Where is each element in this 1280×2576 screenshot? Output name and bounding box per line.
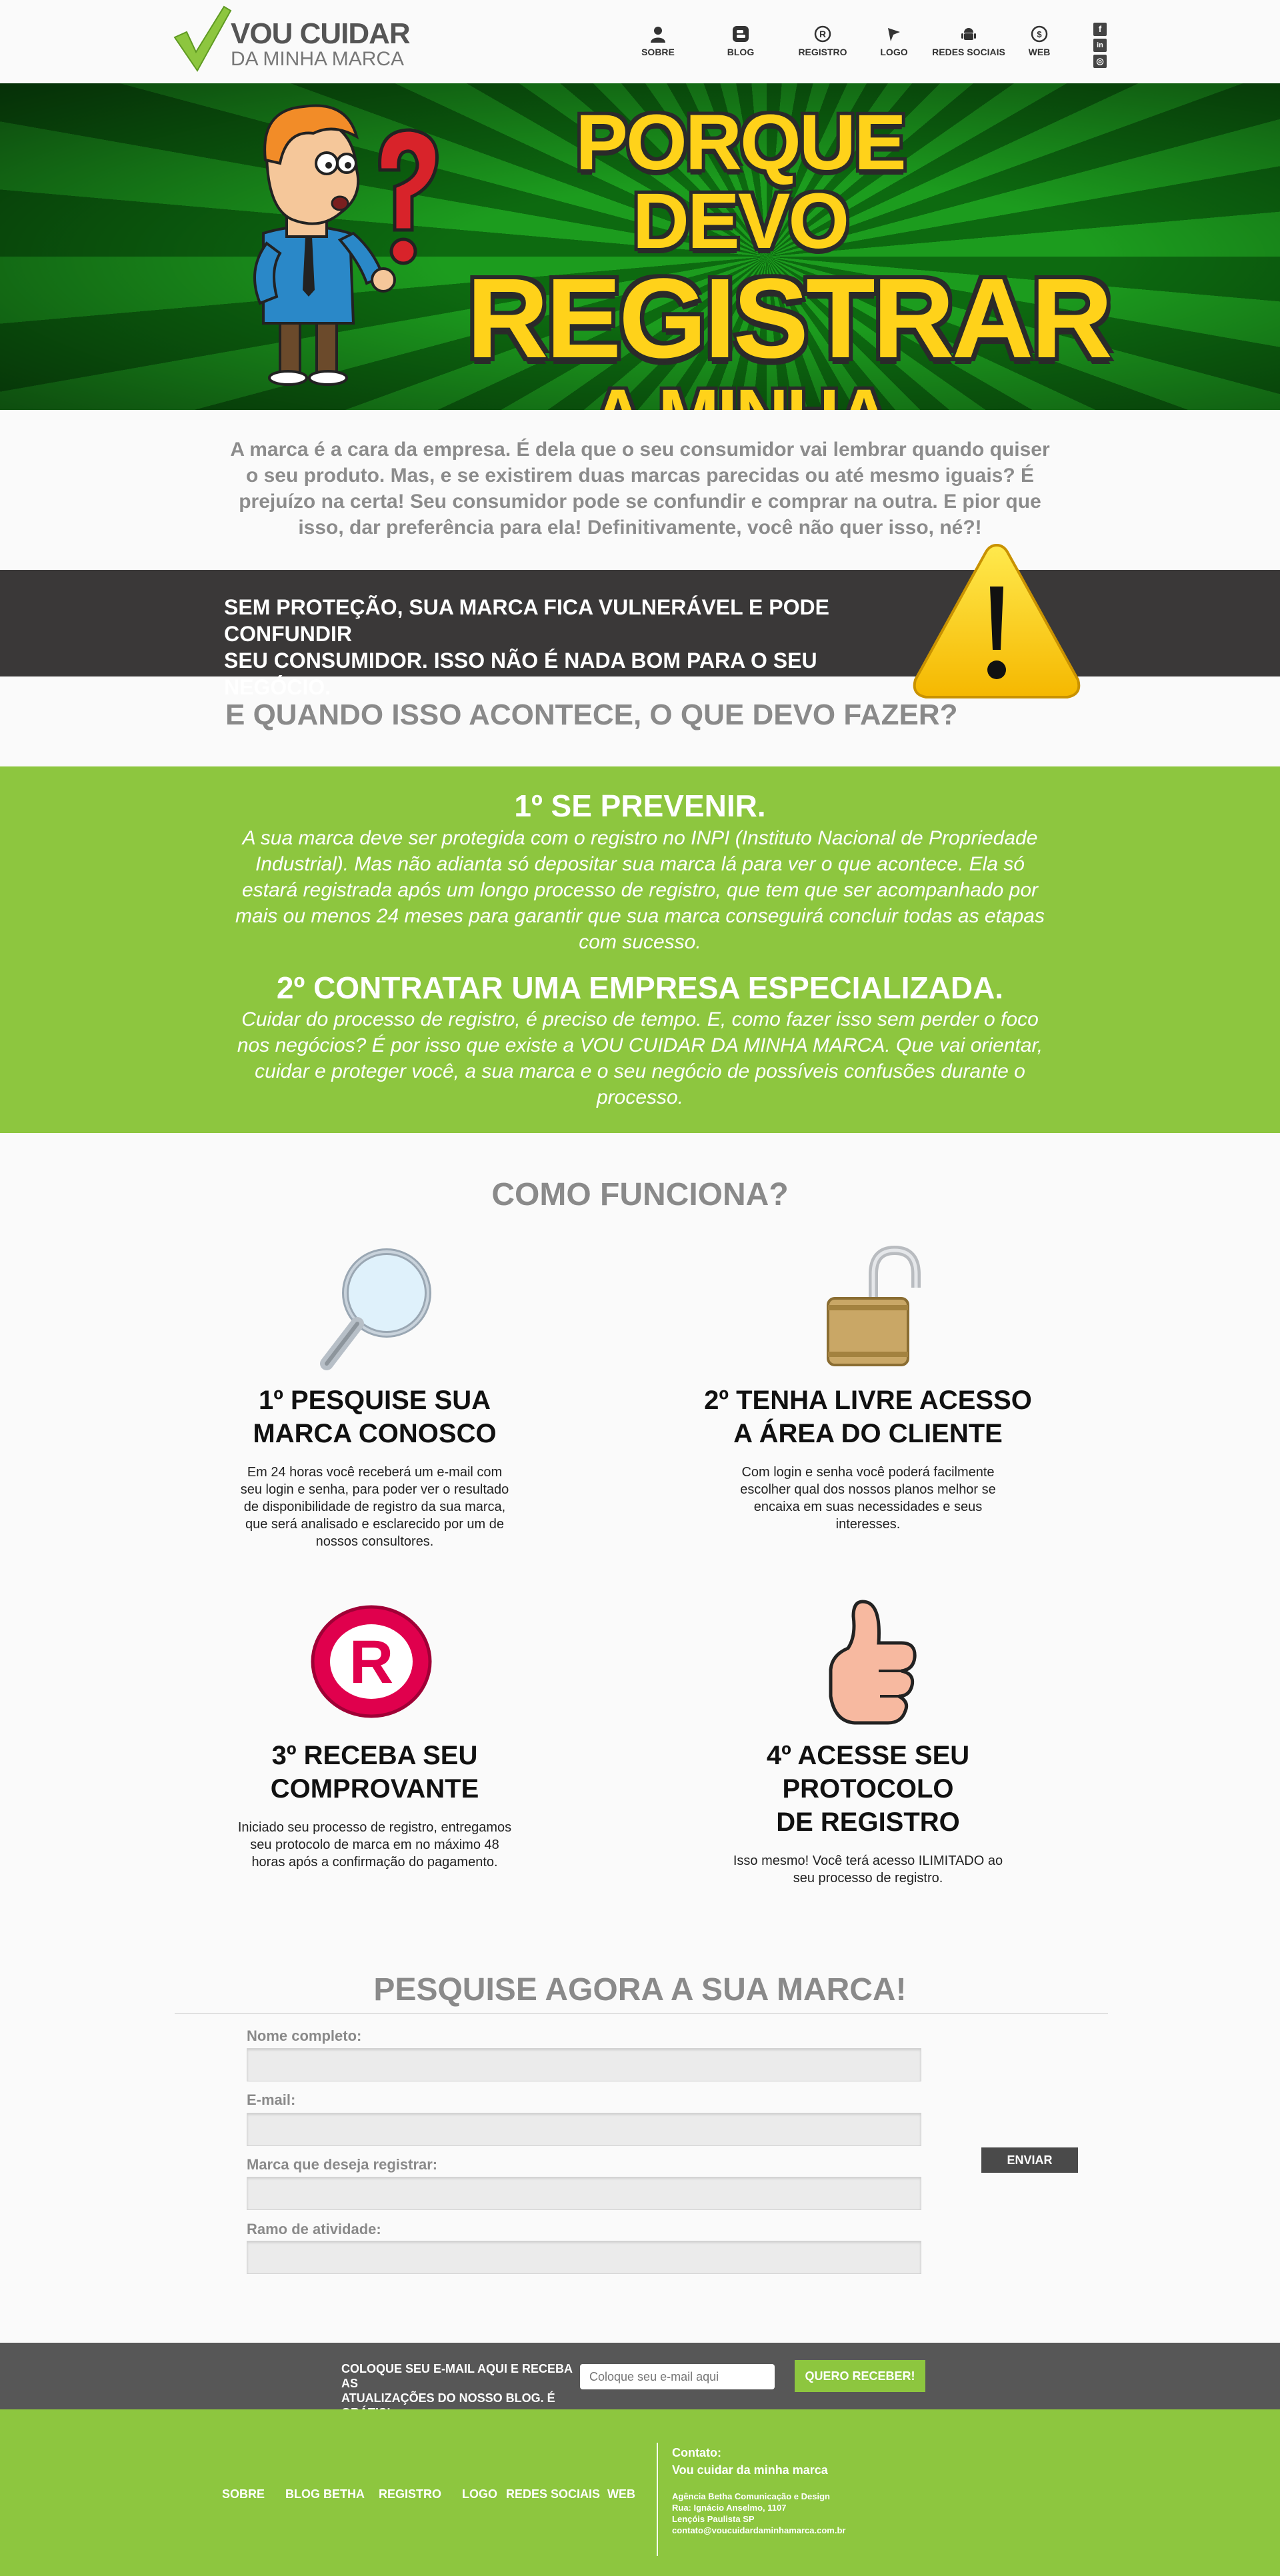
warning-sign-icon <box>913 543 1081 698</box>
contact-address: Rua: Ignácio Anselmo, 1107 <box>672 2503 787 2513</box>
field-label-email: E-mail: <box>247 2091 296 2108</box>
globe-icon: $ <box>1031 25 1048 43</box>
warning-line-2: SEU CONSUMIDOR. ISSO NÃO É NADA BOM PARA… <box>224 648 817 699</box>
contact-email-link[interactable]: contato@voucuidardaminhamarca.com.br <box>672 2525 845 2536</box>
newsletter-email-input[interactable] <box>580 2364 775 2389</box>
submit-button[interactable]: ENVIAR <box>981 2147 1078 2173</box>
question-heading: E QUANDO ISSO ACONTECE, O QUE DEVO FAZER… <box>225 698 958 731</box>
registered-mark-icon: R <box>311 1605 432 1718</box>
nav-item-logo[interactable]: LOGO <box>854 25 934 57</box>
blogger-icon <box>733 26 749 42</box>
nav-item-web[interactable]: $ WEB <box>999 25 1079 57</box>
brand-tagline: DA MINHA MARCA <box>231 48 405 70</box>
feature-title: 1º PESQUISE SUA MARCA CONOSCO <box>253 1386 497 1448</box>
hero-line-3: A MINHA MARCA? <box>467 379 1013 411</box>
feature-text: Iniciado seu processo de registro, entre… <box>237 1820 512 1870</box>
field-label-name: Nome completo: <box>247 2027 362 2044</box>
registered-icon: R <box>814 25 831 43</box>
search-form-title: PESQUISE AGORA A SUA MARCA! <box>373 1972 907 2007</box>
contact-heading: Contato: Vou cuidar da minha marca <box>672 2446 828 2477</box>
nav-label: BLOG <box>727 47 755 57</box>
step-2-text: Cuidar do processo de registro, é precis… <box>237 1008 1043 1108</box>
hero-banner: PORQUE DEVO REGISTRAR A MINHA MARCA? <box>0 83 1280 410</box>
contact-company: Agência Betha Comunicação e Design <box>672 2491 830 2501</box>
hero-headline: PORQUE DEVO REGISTRAR A MINHA MARCA? <box>467 99 1113 411</box>
nav-label: SOBRE <box>641 47 675 57</box>
step-1-title: 1º SE PREVENIR. <box>514 788 766 823</box>
name-field[interactable] <box>247 2048 921 2081</box>
hero-line-1: PORQUE DEVO <box>575 99 906 265</box>
linkedin-icon[interactable]: in <box>1093 39 1107 52</box>
feature-search: 1º PESQUISE SUA MARCA CONOSCO Em 24 horas… <box>188 1241 561 1550</box>
nav-label: REDES SOCIAIS <box>932 47 1005 57</box>
field-label-activity: Ramo de atividade: <box>247 2221 381 2237</box>
nav-item-blog[interactable]: BLOG <box>701 25 781 57</box>
step-1-text: A sua marca deve ser protegida com o reg… <box>235 827 1045 953</box>
user-icon <box>651 27 665 43</box>
hero-line-2: REGISTRAR <box>467 255 1113 382</box>
site-footer: SOBRE BLOG BETHA REGISTRO LOGO REDES SOC… <box>0 2409 1280 2576</box>
pen-nib-icon <box>888 28 900 41</box>
footer-link-registro[interactable]: REGISTRO <box>379 2487 441 2501</box>
thumbs-up-icon <box>829 1600 917 1725</box>
open-padlock-icon <box>827 1245 921 1366</box>
contact-city: Lençóis Paulista SP <box>672 2514 755 2524</box>
email-field[interactable] <box>247 2113 921 2146</box>
how-it-works-title: COMO FUNCIONA? <box>491 1177 789 1212</box>
feature-text: Em 24 horas você receberá um e-mail com … <box>240 1465 509 1549</box>
feature-protocol: 4º ACESSE SEU PROTOCOLO DE REGISTRO Isso … <box>681 1596 1055 1887</box>
svg-text:R: R <box>819 29 826 39</box>
feature-receipt: R 3º RECEBA SEU COMPROVANTE Iniciado seu … <box>188 1596 561 1871</box>
instagram-icon[interactable]: ◎ <box>1093 55 1107 68</box>
brand-name: VOU CUIDAR <box>231 17 411 50</box>
newsletter-subscribe-button[interactable]: QUERO RECEBER! <box>795 2360 925 2392</box>
feature-title: 2º TENHA LIVRE ACESSO A ÁREA DO CLIENTE <box>704 1386 1032 1448</box>
check-mark-icon <box>173 5 232 72</box>
svg-text:$: $ <box>1037 29 1042 39</box>
confused-man-illustration <box>253 104 439 386</box>
footer-link-web[interactable]: WEB <box>607 2487 635 2501</box>
svg-text:R: R <box>349 1628 393 1696</box>
nav-label: REGISTRO <box>798 47 847 57</box>
facebook-icon[interactable]: f <box>1093 23 1107 36</box>
feature-title: 3º RECEBA SEU COMPROVANTE <box>270 1741 479 1804</box>
intro-paragraph: A marca é a cara da empresa. É dela que … <box>230 439 1050 539</box>
feature-client-area: 2º TENHA LIVRE ACESSO A ÁREA DO CLIENTE C… <box>681 1241 1055 1533</box>
site-header: VOU CUIDAR DA MINHA MARCA SOBRE BLOG R R… <box>0 0 1280 83</box>
newsletter-band: COLOQUE SEU E-MAIL AQUI E RECEBA AS ATUA… <box>0 2343 1280 2419</box>
magnifier-icon <box>320 1248 431 1370</box>
step-2-title: 2º CONTRATAR UMA EMPRESA ESPECIALIZADA. <box>276 970 1004 1005</box>
footer-link-sobre[interactable]: SOBRE <box>222 2487 265 2501</box>
brand-logo[interactable]: VOU CUIDAR DA MINHA MARCA <box>172 5 411 72</box>
footer-link-logo[interactable]: LOGO <box>462 2487 497 2501</box>
form-divider <box>175 2013 1108 2014</box>
brand-field[interactable] <box>247 2177 921 2210</box>
feature-text: Isso mesmo! Você terá acesso ILIMITADO a… <box>733 1854 1003 1886</box>
footer-link-redes-sociais[interactable]: REDES SOCIAIS <box>506 2487 600 2501</box>
prevention-steps: 1º SE PREVENIR. A sua marca deve ser pro… <box>0 766 1280 1133</box>
social-links: f in ◎ <box>1093 23 1108 71</box>
warning-band: SEM PROTEÇÃO, SUA MARCA FICA VULNERÁVEL … <box>0 570 1280 699</box>
footer-divider <box>657 2443 658 2556</box>
warning-line-1: SEM PROTEÇÃO, SUA MARCA FICA VULNERÁVEL … <box>224 595 829 646</box>
field-label-brand: Marca que deseja registrar: <box>247 2156 438 2173</box>
nav-label: WEB <box>1028 47 1051 57</box>
nav-item-sobre[interactable]: SOBRE <box>618 25 698 57</box>
feature-title: 4º ACESSE SEU PROTOCOLO DE REGISTRO <box>766 1741 970 1837</box>
nav-item-redes-sociais[interactable]: REDES SOCIAIS <box>929 25 1009 57</box>
nav-item-registro[interactable]: R REGISTRO <box>783 25 863 57</box>
android-icon <box>961 28 976 40</box>
footer-link-blog[interactable]: BLOG BETHA <box>285 2487 365 2501</box>
nav-label: LOGO <box>880 47 908 57</box>
feature-text: Com login e senha você poderá facilmente… <box>740 1465 996 1532</box>
activity-field[interactable] <box>247 2241 921 2274</box>
warning-text: SEM PROTEÇÃO, SUA MARCA FICA VULNERÁVEL … <box>224 594 891 700</box>
